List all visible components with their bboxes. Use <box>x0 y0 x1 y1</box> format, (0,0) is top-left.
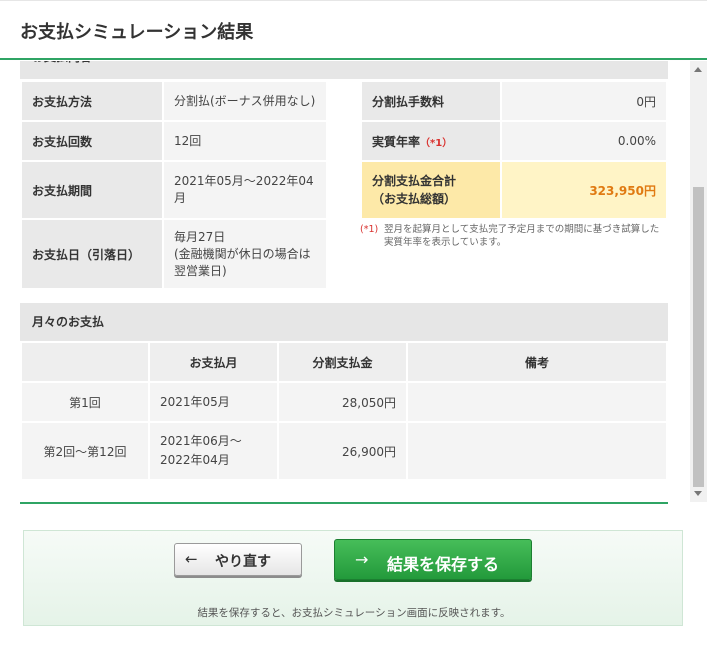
detail-row-count: お支払回数 12回 <box>20 120 328 162</box>
monthly-payments-heading: 月々のお支払 <box>20 303 668 341</box>
scroll-up-icon[interactable] <box>694 67 702 72</box>
total-label: 分割支払金合計 （お支払総額） <box>360 160 502 220</box>
payment-month: 2021年05月 <box>148 381 279 423</box>
save-result-button[interactable]: → 結果を保存する <box>334 539 532 580</box>
arrow-left-icon: ← <box>185 550 198 568</box>
payment-details-right-table: 分割払手数料 0円 実質年率（*1） 0.00% 分割支払金合計 （お支払総額）… <box>360 80 668 220</box>
page-title: お支払シミュレーション結果 <box>20 22 254 43</box>
vertical-scrollbar[interactable] <box>690 61 707 502</box>
detail-label: 分割払手数料 <box>360 80 502 122</box>
monthly-payments-table: お支払月 分割支払金 備考 第1回 2021年05月 28,050円 第2回～第… <box>20 341 668 481</box>
detail-row-fee: 分割払手数料 0円 <box>360 80 668 122</box>
payment-remarks <box>406 381 668 423</box>
detail-label: お支払回数 <box>20 120 164 162</box>
arrow-right-icon: → <box>355 550 369 569</box>
payment-remarks <box>406 421 668 481</box>
section-heading-payment-details: お支払内容 <box>20 61 668 79</box>
page-header: お支払シミュレーション結果 <box>0 0 707 60</box>
column-header: 分割支払金 <box>277 341 408 383</box>
apr-note-mark: （*1） <box>420 137 453 149</box>
installment-label: 第1回 <box>20 381 150 423</box>
detail-row-method: お支払方法 分割払(ボーナス併用なし) <box>20 80 328 122</box>
payment-amount: 26,900円 <box>277 421 408 481</box>
apr-footnote: (*1) 翌月を起算月として支払完了予定月までの期間に基づき試算した実質年率を表… <box>360 223 668 249</box>
detail-value: 0円 <box>500 80 668 122</box>
installment-label: 第2回～第12回 <box>20 421 150 481</box>
detail-row-apr: 実質年率（*1） 0.00% <box>360 120 668 162</box>
detail-label: 実質年率（*1） <box>360 120 502 162</box>
save-result-button-label: 結果を保存する <box>387 555 500 574</box>
table-row: 第1回 2021年05月 28,050円 <box>20 381 668 423</box>
detail-label: お支払日（引落日） <box>20 218 164 290</box>
section-divider <box>20 502 668 504</box>
redo-button-label: やり直す <box>215 554 271 570</box>
payment-details-left-table: お支払方法 分割払(ボーナス併用なし) お支払回数 12回 お支払期間 2021… <box>20 80 328 290</box>
detail-row-total: 分割支払金合計 （お支払総額） 323,950円 <box>360 160 668 220</box>
detail-value: 毎月27日 (金融機関が休日の場合は翌営業日) <box>162 218 328 290</box>
detail-row-due-date: お支払日（引落日） 毎月27日 (金融機関が休日の場合は翌営業日) <box>20 218 328 290</box>
total-value: 323,950円 <box>500 160 668 220</box>
payment-month: 2021年06月～ 2022年04月 <box>148 421 279 481</box>
column-header <box>20 341 150 383</box>
redo-button[interactable]: ← やり直す <box>174 543 302 576</box>
detail-label: お支払方法 <box>20 80 164 122</box>
scroll-down-icon[interactable] <box>694 491 702 496</box>
detail-value: 0.00% <box>500 120 668 162</box>
detail-value: 分割払(ボーナス併用なし) <box>162 80 328 122</box>
footnote-mark: (*1) <box>360 224 379 235</box>
column-header: 備考 <box>406 341 668 383</box>
table-row: 第2回～第12回 2021年06月～ 2022年04月 26,900円 <box>20 421 668 481</box>
payment-amount: 28,050円 <box>277 381 408 423</box>
apr-label: 実質年率 <box>372 134 421 149</box>
footnote-text: 翌月を起算月として支払完了予定月までの期間に基づき試算した実質年率を表示していま… <box>384 224 660 248</box>
column-header: お支払月 <box>148 341 279 383</box>
result-scroll-area[interactable]: お支払内容 お支払方法 分割払(ボーナス併用なし) お支払回数 12回 お支払期… <box>0 61 707 502</box>
footer-note: 結果を保存すると、お支払シミュレーション画面に反映されます。 <box>197 607 511 619</box>
detail-label: お支払期間 <box>20 160 164 220</box>
table-header-row: お支払月 分割支払金 備考 <box>20 341 668 383</box>
detail-value: 12回 <box>162 120 328 162</box>
detail-value: 2021年05月～2022年04月 <box>162 160 328 220</box>
detail-row-period: お支払期間 2021年05月～2022年04月 <box>20 160 328 220</box>
scrollbar-thumb[interactable] <box>693 187 704 487</box>
action-footer: ← やり直す → 結果を保存する 結果を保存すると、お支払シミュレーション画面に… <box>23 530 683 626</box>
